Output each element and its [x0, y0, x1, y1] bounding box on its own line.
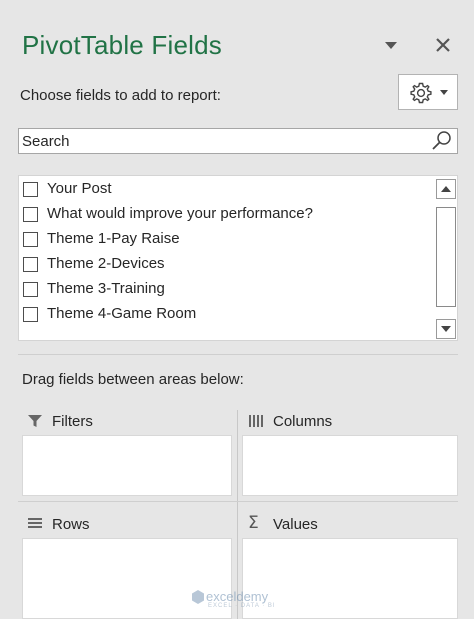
columns-icon — [249, 415, 263, 427]
instructions-label: Choose fields to add to report: — [20, 87, 221, 104]
drag-hint-label: Drag fields between areas below: — [22, 371, 244, 388]
triangle-down-icon — [441, 326, 451, 332]
exceldemy-logo-icon — [192, 590, 204, 604]
filters-area-label: Filters — [52, 413, 93, 430]
rows-icon — [28, 518, 42, 528]
watermark-tagline: EXCEL · DATA · BI — [208, 603, 276, 609]
field-checkbox[interactable] — [23, 307, 38, 322]
rows-area-label: Rows — [52, 516, 90, 533]
search-icon — [432, 131, 451, 150]
sigma-icon: Σ — [248, 513, 259, 533]
task-pane-options-icon[interactable] — [382, 38, 400, 52]
pane-title: PivotTable Fields — [22, 30, 222, 60]
field-label: Theme 1-Pay Raise — [47, 230, 180, 247]
field-row[interactable]: What would improve your performance? — [21, 204, 431, 226]
columns-drop-zone[interactable] — [242, 435, 458, 496]
field-checkbox[interactable] — [23, 207, 38, 222]
field-checkbox[interactable] — [23, 232, 38, 247]
section-divider — [18, 354, 458, 355]
field-checkbox[interactable] — [23, 282, 38, 297]
field-label: Theme 2-Devices — [47, 255, 165, 272]
triangle-up-icon — [441, 186, 451, 192]
columns-area-label: Columns — [273, 413, 333, 430]
field-checkbox[interactable] — [23, 257, 38, 272]
field-row[interactable]: Theme 4-Game Room — [21, 304, 431, 326]
search-placeholder: Search — [22, 133, 70, 150]
watermark-name: exceldemy — [206, 589, 269, 604]
field-row[interactable]: Theme 3-Training — [21, 279, 431, 301]
close-icon[interactable] — [432, 34, 454, 56]
search-input[interactable]: Search — [18, 128, 458, 154]
chevron-down-icon — [440, 90, 448, 95]
area-divider-horizontal — [18, 501, 458, 502]
scroll-down-button[interactable] — [436, 319, 456, 339]
field-row[interactable]: Theme 2-Devices — [21, 254, 431, 276]
field-label: Theme 3-Training — [47, 280, 165, 297]
field-label: Your Post — [47, 180, 112, 197]
field-row[interactable]: Theme 1-Pay Raise — [21, 229, 431, 251]
area-divider-vertical — [237, 410, 238, 619]
scroll-up-button[interactable] — [436, 179, 456, 199]
tools-button[interactable] — [398, 74, 458, 110]
gear-icon — [410, 82, 432, 104]
field-label: Theme 4-Game Room — [47, 305, 197, 322]
field-row[interactable]: Your Post — [21, 179, 431, 201]
field-label: What would improve your performance? — [47, 205, 313, 222]
field-list[interactable]: Your Post What would improve your perfor… — [18, 175, 458, 341]
field-checkbox[interactable] — [23, 182, 38, 197]
field-list-scrollbar[interactable] — [436, 177, 456, 339]
values-area-label: Values — [273, 516, 318, 533]
scroll-thumb[interactable] — [436, 207, 456, 307]
filters-drop-zone[interactable] — [22, 435, 232, 496]
filter-icon — [28, 415, 42, 427]
rows-drop-zone[interactable] — [22, 538, 232, 619]
